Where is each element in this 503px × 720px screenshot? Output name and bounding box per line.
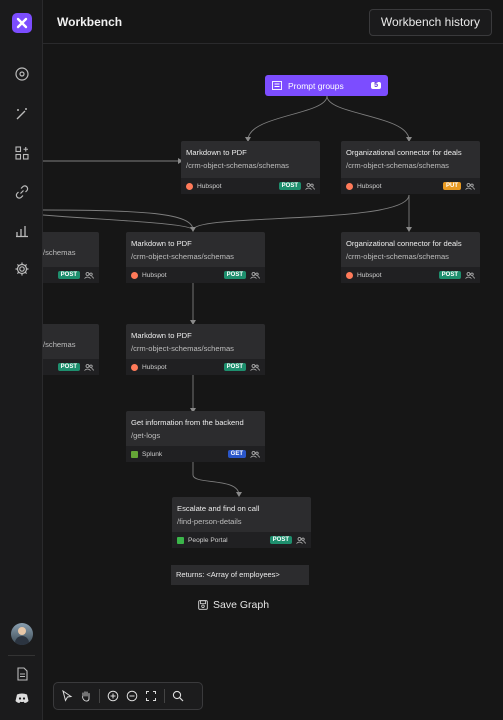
node-service: Hubspot: [142, 363, 167, 371]
hubspot-icon: [186, 182, 193, 190]
method-badge: POST: [278, 182, 301, 190]
users-icon[interactable]: [465, 271, 475, 279]
top-header: Workbench Workbench history: [43, 0, 503, 44]
prompt-groups-label: Prompt groups: [288, 80, 344, 91]
dashboard-settings-icon[interactable]: [12, 64, 32, 84]
hand-icon[interactable]: [78, 688, 94, 704]
node-path: /schemas: [43, 340, 76, 349]
node-path: /crm-object-schemas/schemas: [346, 252, 449, 261]
node-path: /crm-object-schemas/schemas: [131, 344, 234, 353]
user-avatar[interactable]: [11, 623, 33, 645]
users-icon[interactable]: [250, 271, 260, 279]
api-node-find-person[interactable]: Escalate and find on call /find-person-d…: [172, 497, 311, 548]
graph-canvas[interactable]: Prompt groups 5 Markdown to PDF /crm-obj…: [43, 45, 503, 720]
save-icon: [198, 600, 208, 610]
method-badge: PUT: [443, 182, 461, 190]
api-node-get-logs[interactable]: Get information from the backend /get-lo…: [126, 411, 265, 462]
users-icon[interactable]: [465, 182, 475, 190]
api-node-markdown-to-pdf-2[interactable]: Markdown to PDF /crm-object-schemas/sche…: [126, 232, 265, 283]
users-icon[interactable]: [250, 363, 260, 371]
splunk-icon: [131, 450, 138, 458]
node-path: /crm-object-schemas/schemas: [186, 161, 289, 170]
users-icon[interactable]: [84, 271, 94, 279]
magic-wand-icon[interactable]: [12, 104, 32, 124]
toolbar-divider: [99, 689, 100, 703]
node-path: /crm-object-schemas/schemas: [346, 161, 449, 170]
returns-node[interactable]: Returns: <Array of employees>: [171, 565, 309, 585]
api-node-markdown-to-pdf[interactable]: Markdown to PDF /crm-object-schemas/sche…: [181, 141, 320, 194]
workbench-history-button[interactable]: Workbench history: [368, 9, 492, 36]
node-name: Escalate and find on call: [177, 504, 260, 513]
method-badge: POST: [223, 271, 246, 279]
node-path: /crm-object-schemas/schemas: [131, 252, 234, 261]
node-service: People Portal: [188, 536, 228, 544]
hubspot-icon: [131, 363, 138, 371]
users-icon[interactable]: [305, 182, 315, 190]
api-node-org-connector-2[interactable]: Organizational connector for deals /crm-…: [341, 232, 480, 283]
hubspot-icon: [346, 182, 353, 190]
workbench-app: Workbench Workbench history Prompt group…: [0, 0, 503, 720]
apps-add-icon[interactable]: [12, 143, 32, 163]
zoom-out-icon[interactable]: [124, 688, 140, 704]
prompt-groups-count: 5: [371, 82, 381, 89]
search-icon[interactable]: [170, 688, 186, 704]
node-service: Hubspot: [197, 182, 222, 190]
node-name: Markdown to PDF: [186, 148, 247, 157]
node-service: Hubspot: [357, 271, 382, 279]
node-path: /get-logs: [131, 431, 161, 440]
api-node-org-connector[interactable]: Organizational connector for deals /crm-…: [341, 141, 480, 194]
method-badge: GET: [227, 450, 246, 458]
node-name: Markdown to PDF: [131, 239, 192, 248]
hubspot-icon: [131, 271, 138, 279]
sidebar-divider: [8, 655, 35, 656]
node-name: Organizational connector for deals: [346, 148, 462, 157]
node-path: /find-person-details: [177, 517, 242, 526]
save-graph-label: Save Graph: [213, 599, 270, 611]
users-icon[interactable]: [250, 450, 260, 458]
link-icon[interactable]: [12, 182, 32, 202]
method-badge: POST: [57, 363, 80, 371]
users-icon[interactable]: [296, 536, 306, 544]
bar-chart-icon[interactable]: [12, 221, 32, 241]
sidebar: [0, 0, 43, 720]
prompt-list-icon: [272, 81, 282, 90]
prompt-groups-node[interactable]: Prompt groups 5: [265, 75, 388, 96]
discord-icon[interactable]: [12, 688, 32, 708]
node-service: Splunk: [142, 450, 163, 458]
gear-icon[interactable]: [12, 259, 32, 279]
hubspot-icon: [346, 271, 353, 279]
node-path: /schemas: [43, 248, 76, 257]
page-title: Workbench: [57, 15, 123, 29]
users-icon[interactable]: [84, 363, 94, 371]
method-badge: POST: [57, 271, 80, 279]
method-badge: POST: [438, 271, 461, 279]
node-service: Hubspot: [142, 271, 167, 279]
node-name: Markdown to PDF: [131, 331, 192, 340]
canvas-toolbar: [53, 682, 203, 710]
document-icon[interactable]: [12, 664, 32, 684]
pointer-icon[interactable]: [59, 688, 75, 704]
api-node-clipped-2[interactable]: /schemas POST: [43, 324, 99, 375]
people-portal-icon: [177, 536, 184, 544]
toolbar-divider: [164, 689, 165, 703]
fit-view-icon[interactable]: [143, 688, 159, 704]
method-badge: POST: [223, 363, 246, 371]
method-badge: POST: [269, 536, 292, 544]
app-logo[interactable]: [12, 13, 32, 33]
api-node-markdown-to-pdf-3[interactable]: Markdown to PDF /crm-object-schemas/sche…: [126, 324, 265, 375]
node-name: Get information from the backend: [131, 418, 244, 427]
node-name: Organizational connector for deals: [346, 239, 462, 248]
save-graph-button[interactable]: Save Graph: [198, 599, 269, 611]
node-service: Hubspot: [357, 182, 382, 190]
api-node-clipped-1[interactable]: /schemas POST: [43, 232, 99, 283]
zoom-in-icon[interactable]: [105, 688, 121, 704]
